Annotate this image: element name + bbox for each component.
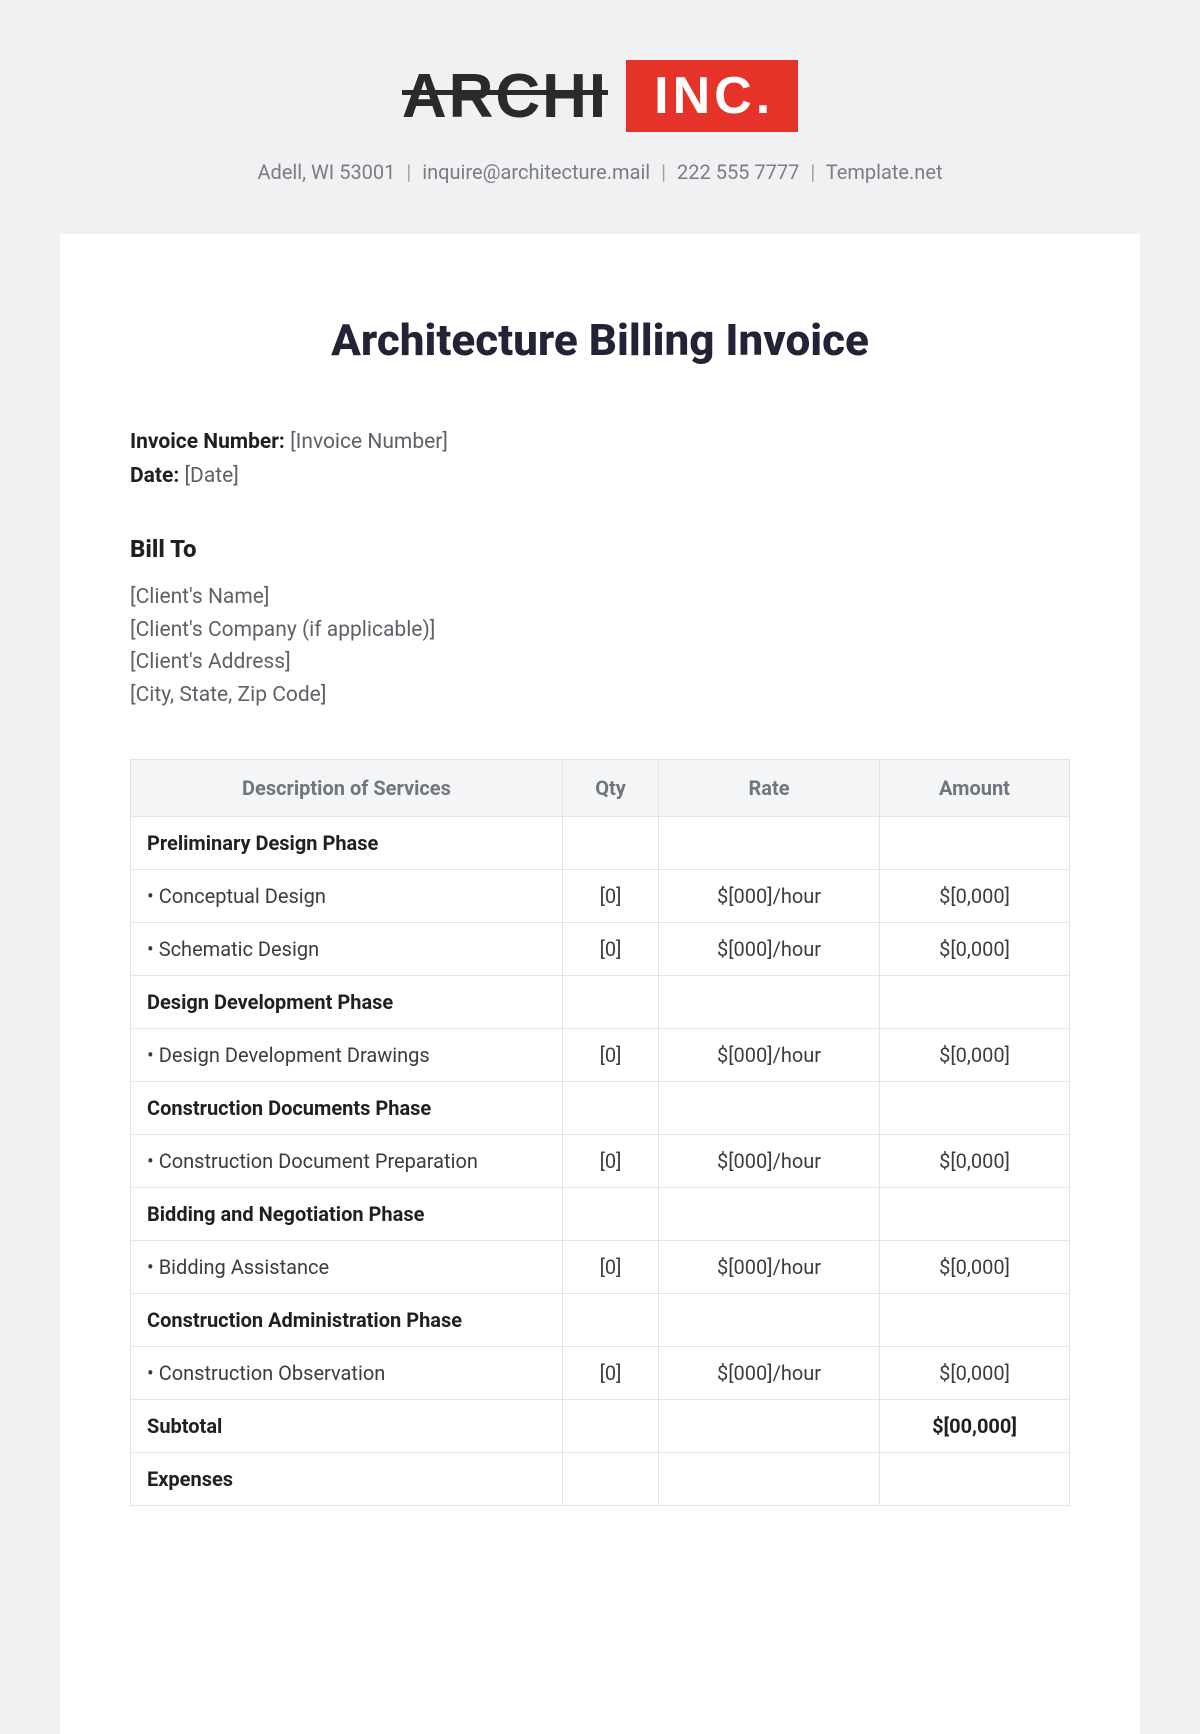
bill-to-name: [Client's Name] [130,581,1070,614]
contact-address: Adell, WI 53001 [258,160,396,184]
bill-to-block: [Client's Name] [Client's Company (if ap… [130,581,1070,711]
cell-description: Design Development Phase [131,976,563,1029]
table-row: • Construction Document Preparation[0]$[… [131,1135,1070,1188]
cell-description: Preliminary Design Phase [131,817,563,870]
cell-amount [880,1188,1070,1241]
contact-line: Adell, WI 53001 | inquire@architecture.m… [0,160,1200,184]
page: ARCHI INC. Adell, WI 53001 | inquire@arc… [0,0,1200,1734]
table-row: Subtotal $[00,000] [131,1400,1070,1453]
letterhead: ARCHI INC. Adell, WI 53001 | inquire@arc… [0,0,1200,214]
cell-qty [562,817,658,870]
table-row: Construction Administration Phase [131,1294,1070,1347]
cell-amount [880,1294,1070,1347]
cell-qty: [0] [562,923,658,976]
cell-amount: $[0,000] [880,1347,1070,1400]
cell-qty: [0] [562,1347,658,1400]
cell-qty [562,1453,658,1506]
cell-description: • Design Development Drawings [131,1029,563,1082]
document-body: Architecture Billing Invoice Invoice Num… [60,234,1140,1734]
cell-description: • Construction Document Preparation [131,1135,563,1188]
cell-qty: [0] [562,1029,658,1082]
bill-to-company: [Client's Company (if applicable)] [130,614,1070,647]
cell-amount: $[0,000] [880,870,1070,923]
cell-qty [562,1082,658,1135]
cell-rate: $[000]/hour [659,923,880,976]
cell-description: • Conceptual Design [131,870,563,923]
cell-description: Bidding and Negotiation Phase [131,1188,563,1241]
cell-rate: $[000]/hour [659,1135,880,1188]
col-amount: Amount [880,760,1070,817]
table-row: Expenses [131,1453,1070,1506]
table-body: Preliminary Design Phase• Conceptual Des… [131,817,1070,1506]
table-header-row: Description of Services Qty Rate Amount [131,760,1070,817]
cell-amount: $[00,000] [880,1400,1070,1453]
bill-to-heading: Bill To [130,535,1070,563]
cell-rate: $[000]/hour [659,1029,880,1082]
cell-amount [880,1453,1070,1506]
cell-qty: [0] [562,1135,658,1188]
contact-phone: 222 555 7777 [677,160,799,184]
bill-to-address: [Client's Address] [130,646,1070,679]
cell-rate [659,1400,880,1453]
cell-amount: $[0,000] [880,1241,1070,1294]
cell-description: • Schematic Design [131,923,563,976]
page-title: Architecture Billing Invoice [130,314,1070,366]
cell-rate [659,1294,880,1347]
col-qty: Qty [562,760,658,817]
cell-description: • Construction Observation [131,1347,563,1400]
cell-amount [880,817,1070,870]
services-table: Description of Services Qty Rate Amount … [130,759,1070,1506]
cell-qty [562,1400,658,1453]
invoice-number-line: Invoice Number: [Invoice Number] [130,426,1070,460]
cell-amount: $[0,000] [880,923,1070,976]
table-row: Design Development Phase [131,976,1070,1029]
cell-amount [880,1082,1070,1135]
cell-qty [562,1188,658,1241]
cell-amount: $[0,000] [880,1029,1070,1082]
cell-rate [659,1453,880,1506]
col-description: Description of Services [131,760,563,817]
separator: | [661,160,666,184]
logo-word: ARCHI [402,61,608,132]
table-row: • Design Development Drawings[0]$[000]/h… [131,1029,1070,1082]
invoice-number-label: Invoice Number: [130,430,285,454]
table-row: Bidding and Negotiation Phase [131,1188,1070,1241]
bill-to-city: [City, State, Zip Code] [130,679,1070,712]
cell-rate: $[000]/hour [659,1241,880,1294]
table-row: Construction Documents Phase [131,1082,1070,1135]
table-row: • Bidding Assistance[0]$[000]/hour$[0,00… [131,1241,1070,1294]
table-row: • Schematic Design[0]$[000]/hour$[0,000] [131,923,1070,976]
logo-badge: INC. [626,60,798,132]
table-row: • Construction Observation[0]$[000]/hour… [131,1347,1070,1400]
cell-amount [880,976,1070,1029]
table-row: Preliminary Design Phase [131,817,1070,870]
cell-description: Subtotal [131,1400,563,1453]
logo: ARCHI INC. [402,60,798,132]
invoice-date-value: [Date] [184,464,238,488]
col-rate: Rate [659,760,880,817]
cell-qty: [0] [562,870,658,923]
cell-rate [659,1188,880,1241]
invoice-number-value: [Invoice Number] [290,430,448,454]
table-row: • Conceptual Design[0]$[000]/hour$[0,000… [131,870,1070,923]
contact-email: inquire@architecture.mail [422,160,650,184]
contact-site: Template.net [826,160,943,184]
cell-rate [659,817,880,870]
cell-description: • Bidding Assistance [131,1241,563,1294]
cell-description: Expenses [131,1453,563,1506]
separator: | [810,160,815,184]
cell-rate: $[000]/hour [659,1347,880,1400]
invoice-date-line: Date: [Date] [130,460,1070,494]
cell-description: Construction Documents Phase [131,1082,563,1135]
invoice-date-label: Date: [130,464,179,488]
cell-rate: $[000]/hour [659,870,880,923]
cell-qty [562,976,658,1029]
cell-amount: $[0,000] [880,1135,1070,1188]
cell-rate [659,976,880,1029]
cell-description: Construction Administration Phase [131,1294,563,1347]
cell-qty [562,1294,658,1347]
separator: | [406,160,411,184]
cell-rate [659,1082,880,1135]
cell-qty: [0] [562,1241,658,1294]
